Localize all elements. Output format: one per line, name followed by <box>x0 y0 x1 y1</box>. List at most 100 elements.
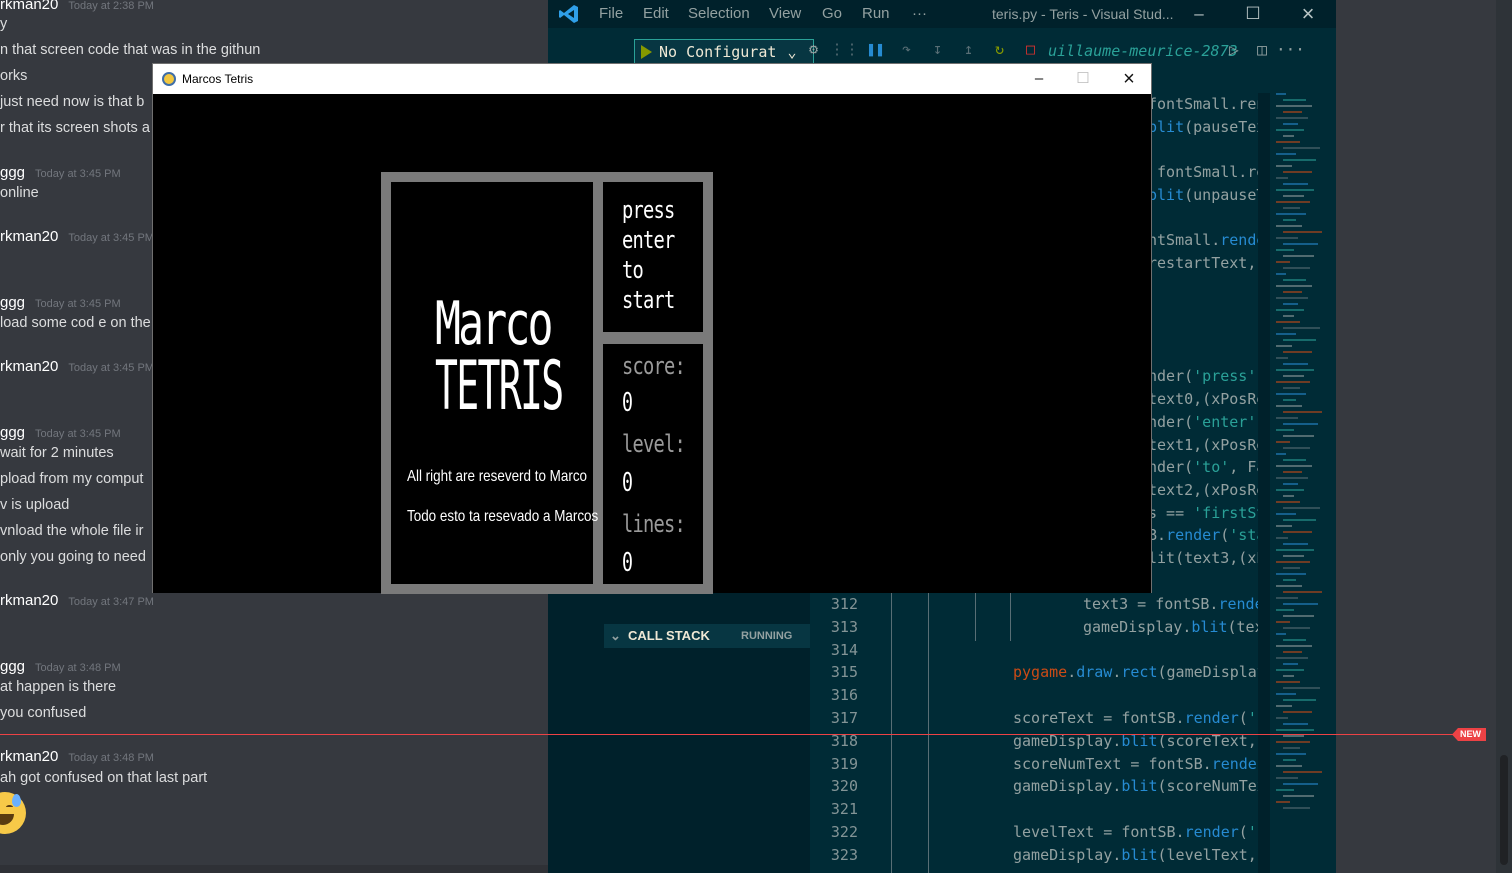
pygame-titlebar[interactable]: Marcos Tetris – ☐ × <box>153 64 1151 94</box>
minimap-line <box>1283 795 1314 797</box>
close-icon[interactable]: × <box>1106 64 1152 94</box>
minimap-line <box>1276 669 1304 671</box>
minimap-line <box>1276 477 1308 479</box>
message-body: y <box>0 16 8 32</box>
author-name[interactable]: ggg <box>0 658 25 675</box>
minimap-line <box>1283 807 1310 809</box>
code-text: ntSmall.render <box>1148 231 1275 250</box>
game-board-frame: Marco TETRIS All right are reseverd to M… <box>381 172 713 594</box>
minimap-line <box>1276 753 1306 755</box>
more-icon[interactable]: ··· <box>1276 40 1305 59</box>
editor-scrollbar[interactable] <box>1258 93 1270 873</box>
minimize-icon[interactable]: – <box>1016 64 1062 94</box>
menu-file[interactable]: File <box>599 5 623 22</box>
prompt-line: start <box>622 286 675 314</box>
author-name[interactable]: rkman20 <box>0 748 58 765</box>
message-body: only you going to need <box>0 549 146 565</box>
message-text: vnload the whole file ir <box>0 523 143 539</box>
minimap-line <box>1276 285 1312 287</box>
message-author[interactable]: rkman20 Today at 3:47 PM <box>0 592 154 609</box>
minimize-icon[interactable]: – <box>1176 2 1222 26</box>
minimap-line <box>1276 705 1292 707</box>
liveshare-user[interactable]: uillaume-meurice-2873 <box>1048 42 1238 60</box>
message-author[interactable]: rkman20 Today at 3:45 PM <box>0 358 154 375</box>
maximize-icon[interactable]: ☐ <box>1060 64 1106 94</box>
message-timestamp: Today at 3:45 PM <box>35 298 121 310</box>
message-timestamp: Today at 3:45 PM <box>68 232 154 244</box>
author-name[interactable]: rkman20 <box>0 0 58 13</box>
message-body: wait for 2 minutes <box>0 445 114 461</box>
minimap-line <box>1283 279 1306 281</box>
menu-edit[interactable]: Edit <box>643 5 669 22</box>
line-number: 321 <box>830 800 858 819</box>
message-text: at happen is there <box>0 679 116 695</box>
menu-go[interactable]: Go <box>822 5 842 22</box>
message-author[interactable]: rkman20 Today at 2:38 PM <box>0 0 154 13</box>
minimap-line <box>1283 783 1318 785</box>
step-over-icon[interactable]: ↷ <box>891 40 922 58</box>
minimap-line <box>1276 297 1308 299</box>
message-author[interactable]: ggg Today at 3:48 PM <box>0 658 121 675</box>
minimap-line <box>1283 123 1298 125</box>
maximize-icon[interactable]: ☐ <box>1230 2 1276 26</box>
minimap-line <box>1276 345 1292 347</box>
minimap-line <box>1276 585 1302 587</box>
minimap-line <box>1283 423 1318 425</box>
split-editor-icon[interactable]: ◫ <box>1248 40 1276 59</box>
grip-icon[interactable]: ⋮⋮ <box>829 40 860 58</box>
debug-config-select[interactable]: No Configurat ⌄ <box>634 39 814 65</box>
menu-view[interactable]: View <box>769 5 801 22</box>
message-text: r that its screen shots a <box>0 120 150 136</box>
menu-run[interactable]: Run <box>862 5 890 22</box>
stop-icon[interactable]: □ <box>1015 40 1046 58</box>
code-line: 316 <box>810 684 1268 706</box>
menu-selection[interactable]: Selection <box>688 5 750 22</box>
message-author[interactable]: ggg Today at 3:45 PM <box>0 294 121 311</box>
step-out-icon[interactable]: ↥ <box>953 40 984 58</box>
author-name[interactable]: rkman20 <box>0 358 58 375</box>
code-line: 322levelText = fontSB.render('level:' <box>810 821 1320 843</box>
message-author[interactable]: ggg Today at 3:45 PM <box>0 424 121 441</box>
run-icon[interactable]: ▷ <box>1220 40 1248 59</box>
message-body: at happen is there <box>0 679 117 695</box>
start-debug-icon[interactable] <box>641 45 652 59</box>
menu-more[interactable]: ··· <box>912 5 927 22</box>
minimap-line <box>1276 693 1296 695</box>
message-author[interactable]: ggg Today at 3:45 PM <box>0 164 121 181</box>
copyright-spanish: Todo esto ta resevado a Marcos <box>407 508 599 525</box>
chat-scrollbar-track[interactable] <box>1496 0 1512 873</box>
chat-scrollbar-thumb[interactable] <box>1500 755 1508 865</box>
gear-icon[interactable]: ⚙ <box>798 40 829 58</box>
message-timestamp: Today at 3:45 PM <box>35 428 121 440</box>
lines-label: lines: <box>622 510 686 538</box>
line-number: 317 <box>830 709 858 727</box>
author-name[interactable]: ggg <box>0 294 25 311</box>
game-canvas[interactable]: Marco TETRIS All right are reseverd to M… <box>153 94 1151 594</box>
author-name[interactable]: ggg <box>0 424 25 441</box>
minimap-line <box>1283 723 1308 725</box>
minimap-line <box>1276 681 1300 683</box>
author-name[interactable]: ggg <box>0 164 25 181</box>
minimap-line <box>1276 621 1290 623</box>
message-timestamp: Today at 2:38 PM <box>68 0 154 12</box>
score-value: 0 <box>622 388 633 418</box>
pause-icon[interactable]: ❚❚ <box>860 40 891 58</box>
call-stack-header[interactable]: ⌄ CALL STACK RUNNING <box>604 624 810 648</box>
restart-icon[interactable]: ↻ <box>984 40 1015 58</box>
minimap-line <box>1283 243 1318 245</box>
minimap-line <box>1276 741 1310 743</box>
close-icon[interactable]: × <box>1285 2 1331 26</box>
step-into-icon[interactable]: ↧ <box>922 40 953 58</box>
code-line: 314 <box>810 639 1268 661</box>
message-author[interactable]: rkman20 Today at 3:48 PM <box>0 748 154 765</box>
minimap-line <box>1276 633 1286 635</box>
message-body: load some cod e on the <box>0 315 151 331</box>
minimap[interactable] <box>1270 93 1336 873</box>
minimap-line <box>1283 603 1318 605</box>
chevron-down-icon: ⌄ <box>610 628 621 643</box>
message-author[interactable]: rkman20 Today at 3:45 PM <box>0 228 154 245</box>
author-name[interactable]: rkman20 <box>0 228 58 245</box>
minimap-line <box>1283 747 1300 749</box>
minimap-line <box>1283 171 1312 173</box>
author-name[interactable]: rkman20 <box>0 592 58 609</box>
